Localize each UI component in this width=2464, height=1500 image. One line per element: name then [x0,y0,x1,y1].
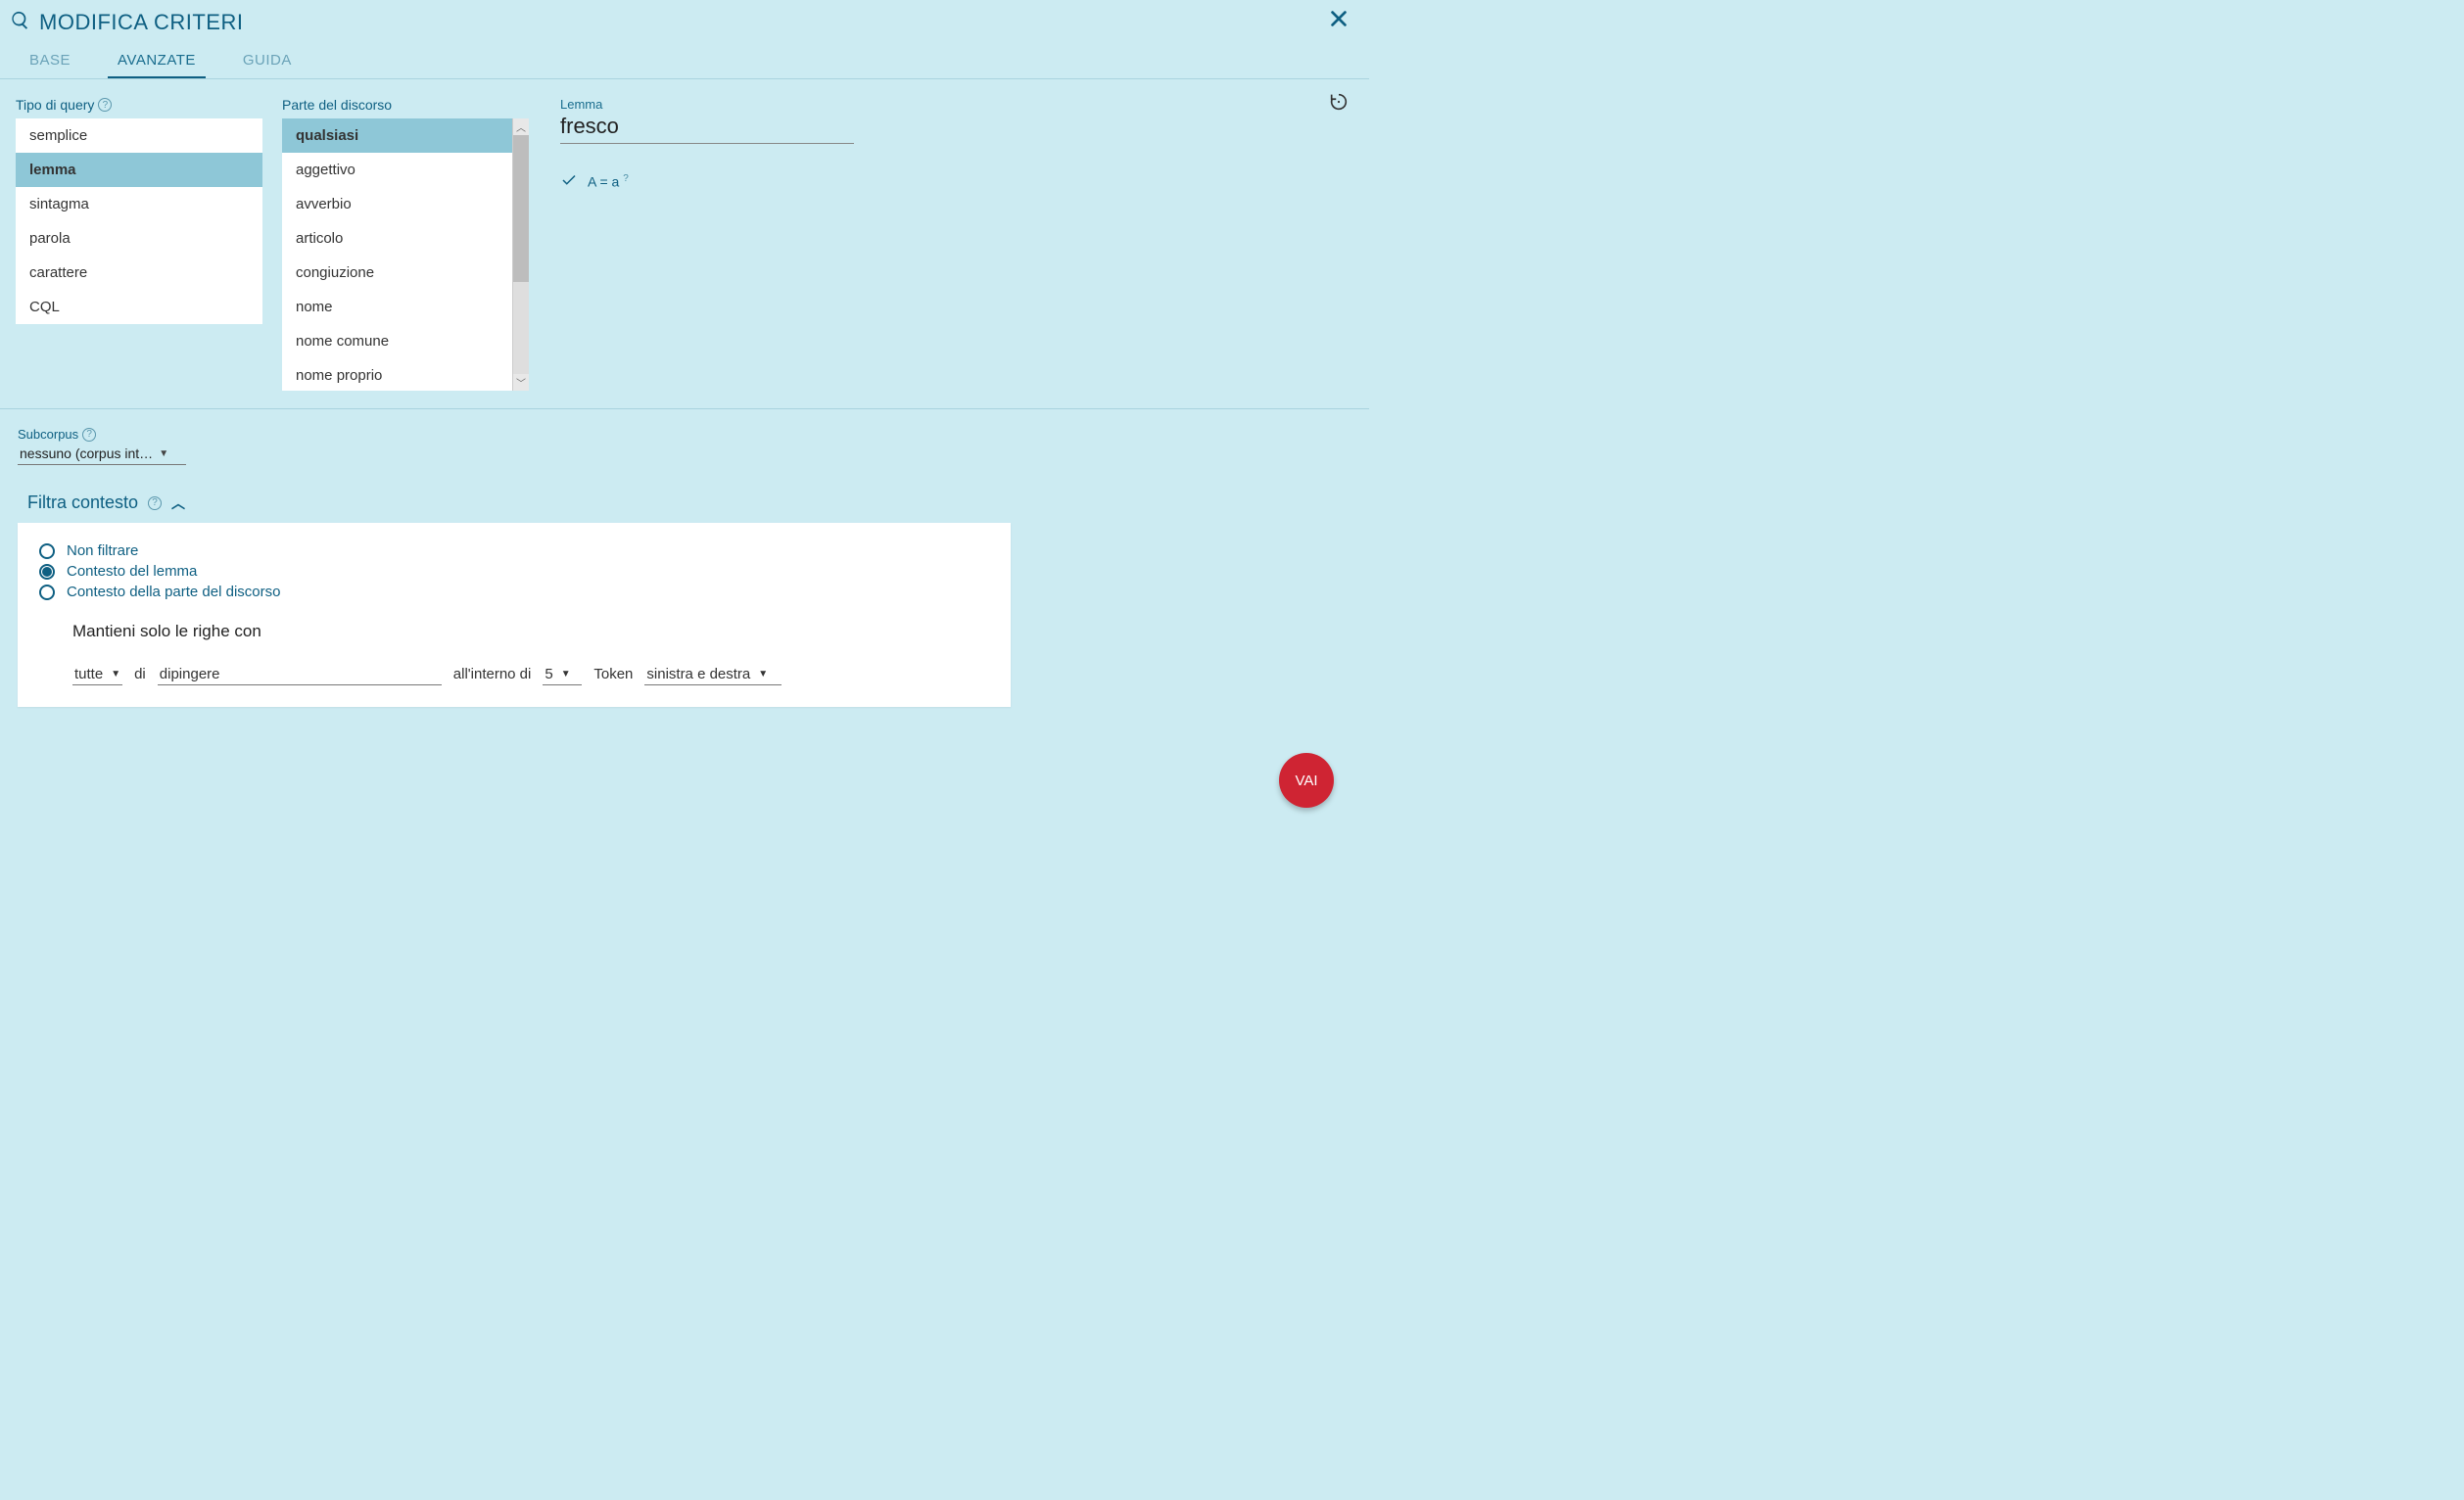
radio-label: Non filtrare [67,542,138,559]
scroll-up-icon[interactable]: ︿ [513,118,529,135]
pos-listbox[interactable]: qualsiasi aggettivo avverbio articolo co… [282,118,512,391]
radio-icon [39,564,55,580]
caret-down-icon: ▼ [758,669,768,680]
close-icon[interactable] [1324,8,1353,36]
help-icon[interactable]: ? [82,428,96,442]
check-icon [560,171,578,192]
scroll-down-icon[interactable]: ﹀ [513,374,529,391]
dialog-title: MODIFICA CRITERI [39,10,243,35]
side-value: sinistra e destra [646,666,750,682]
filter-panel: Non filtrare Contesto del lemma Contesto… [18,523,1011,707]
query-type-label-text: Tipo di query [16,97,94,113]
quantifier-dropdown[interactable]: tutte ▼ [72,665,122,685]
tab-advanced[interactable]: AVANZATE [108,46,206,78]
context-value-input[interactable] [158,665,442,685]
pos-option[interactable]: nome proprio [282,358,512,391]
filter-context-title: Filtra contesto [27,492,138,513]
token-text: Token [593,666,633,682]
filter-radio-lemma[interactable]: Contesto del lemma [39,561,989,582]
dialog-header: MODIFICA CRITERI [0,0,1369,40]
help-icon[interactable]: ? [98,98,112,112]
subcorpus-value: nessuno (corpus int… [20,445,153,461]
query-type-option[interactable]: semplice [16,118,262,153]
query-type-option[interactable]: carattere [16,256,262,290]
of-text: di [134,666,146,682]
query-type-option[interactable]: parola [16,221,262,256]
radio-label: Contesto della parte del discorso [67,584,280,600]
within-text: all'interno di [453,666,532,682]
subcorpus-dropdown[interactable]: nessuno (corpus int… ▼ [18,444,186,465]
lemma-input-label: Lemma [560,97,1353,112]
count-dropdown[interactable]: 5 ▼ [543,665,582,685]
query-type-option[interactable]: CQL [16,290,262,324]
scroll-thumb[interactable] [513,135,529,282]
help-icon[interactable]: ? [148,496,162,510]
tab-guide[interactable]: GUIDA [233,46,302,78]
caret-down-icon: ▼ [111,669,120,680]
caret-down-icon: ▼ [159,448,168,459]
case-toggle-text: A = a ? [588,173,629,190]
query-type-option[interactable]: sintagma [16,187,262,221]
pos-option[interactable]: qualsiasi [282,118,512,153]
history-icon[interactable] [1328,91,1350,116]
tab-base[interactable]: BASE [20,46,80,78]
collapse-icon[interactable]: ︿ [171,493,185,513]
radio-label: Contesto del lemma [67,563,197,580]
keep-rows-text: Mantieni solo le righe con [39,622,989,641]
query-type-label: Tipo di query ? [16,97,262,113]
subcorpus-label-text: Subcorpus [18,427,78,442]
quantifier-value: tutte [74,666,103,682]
go-button-label: VAI [1295,773,1317,789]
filter-radio-none[interactable]: Non filtrare [39,540,989,561]
pos-option[interactable]: avverbio [282,187,512,221]
pos-option[interactable]: nome [282,290,512,324]
caret-down-icon: ▼ [561,669,571,680]
pos-option[interactable]: nome comune [282,324,512,358]
search-icon [10,10,31,34]
radio-icon [39,543,55,559]
filter-radio-pos[interactable]: Contesto della parte del discorso [39,582,989,602]
pos-option[interactable]: congiuzione [282,256,512,290]
side-dropdown[interactable]: sinistra e destra ▼ [644,665,782,685]
count-value: 5 [545,666,552,682]
radio-icon [39,585,55,600]
pos-option[interactable]: articolo [282,221,512,256]
pos-option[interactable]: aggettivo [282,153,512,187]
go-button[interactable]: VAI [1279,753,1334,808]
pos-label: Parte del discorso [282,97,529,113]
query-type-listbox[interactable]: semplice lemma sintagma parola carattere… [16,118,262,324]
lemma-input[interactable] [560,114,854,144]
tab-bar: BASE AVANZATE GUIDA [0,40,1369,79]
case-toggle[interactable]: A = a ? [560,171,1353,192]
pos-scrollbar[interactable]: ︿ ﹀ [512,118,529,391]
subcorpus-label: Subcorpus ? [18,427,1351,442]
query-type-option[interactable]: lemma [16,153,262,187]
